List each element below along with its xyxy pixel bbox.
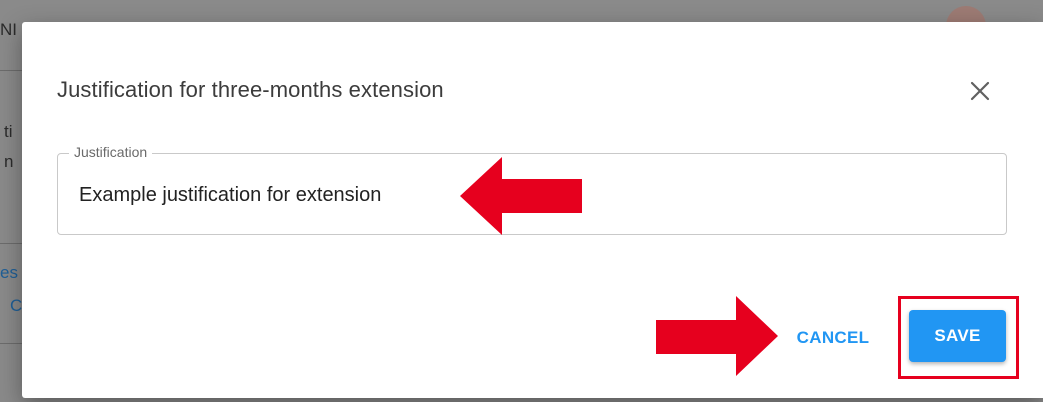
background-divider: [0, 343, 22, 344]
cancel-button[interactable]: CANCEL: [778, 320, 888, 356]
left-pointing-arrow: [460, 157, 582, 235]
justification-label: Justification: [69, 144, 153, 160]
background-link: C: [10, 296, 23, 315]
dialog-title: Justification for three-months extension: [57, 77, 444, 102]
background-header-text: NI: [0, 20, 17, 39]
background-text: n: [4, 152, 14, 171]
background-divider: [0, 243, 22, 244]
close-button[interactable]: [965, 76, 995, 106]
right-pointing-arrow: [656, 296, 778, 376]
close-icon: [970, 81, 990, 101]
background-link: es: [0, 263, 18, 282]
save-highlight-box: [898, 296, 1019, 379]
background-divider: [0, 70, 22, 71]
background-text: ti: [4, 122, 13, 141]
